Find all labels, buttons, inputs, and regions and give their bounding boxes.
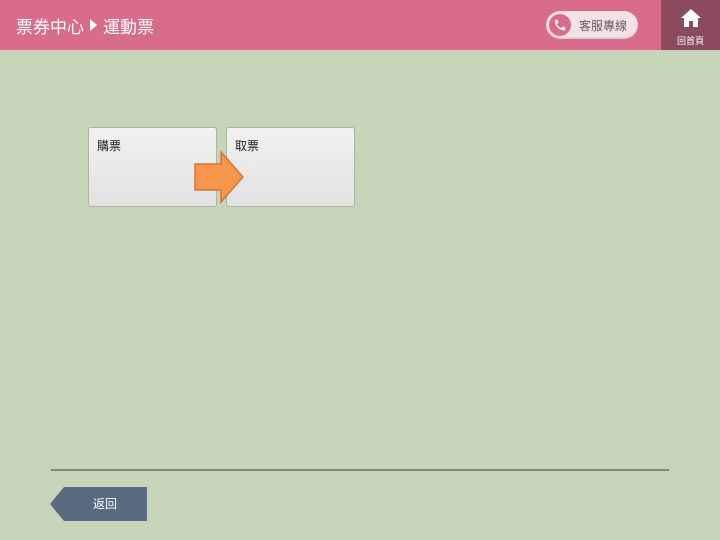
breadcrumb-chevron-icon [90,19,97,31]
breadcrumb: 票券中心 運動票 [16,13,154,38]
arrow-right-icon [194,150,244,204]
back-label: 返回 [92,497,117,511]
customer-service-label: 客服專線 [579,18,628,33]
breadcrumb-root[interactable]: 票券中心 [16,13,84,38]
top-header: 票券中心 運動票 客服專線 回首頁 [0,0,720,50]
home-label: 回首頁 [676,37,704,47]
breadcrumb-current: 運動票 [103,17,154,38]
home-button[interactable]: 回首頁 [661,0,720,50]
phone-icon [549,14,571,36]
pickup-ticket-tile[interactable]: 取票 [226,127,355,207]
back-button[interactable]: 返回 [50,487,147,521]
customer-service-button[interactable]: 客服專線 [546,11,638,39]
footer-divider [51,469,669,471]
home-icon [680,8,702,32]
buy-ticket-label: 購票 [97,139,122,153]
